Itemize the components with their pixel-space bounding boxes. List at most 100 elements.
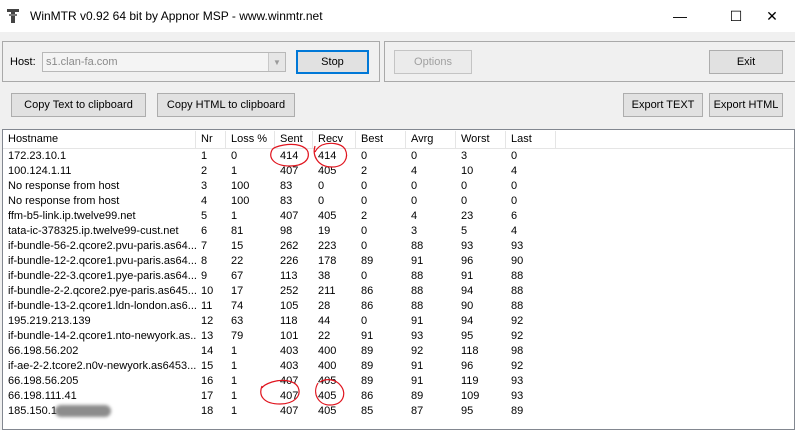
cell-worst: 95 xyxy=(461,330,474,342)
cell-last: 92 xyxy=(511,360,524,372)
cell-hostname: if-bundle-56-2.qcore2.pvu-paris.as64... xyxy=(8,240,196,252)
cell-best: 0 xyxy=(361,195,368,207)
cell-recv: 19 xyxy=(318,225,331,237)
cell-recv: 405 xyxy=(318,375,337,387)
cell-sent: 226 xyxy=(280,255,299,267)
table-row[interactable]: 195.219.213.139 12 63 118 44 0 91 94 92 xyxy=(3,314,794,329)
results-table[interactable]: Hostname Nr Loss % Sent Recv Best Avrg W… xyxy=(2,129,795,430)
column-header-sent[interactable]: Sent xyxy=(275,131,313,148)
cell-loss: 1 xyxy=(231,405,238,417)
export-html-button[interactable]: Export HTML xyxy=(709,93,783,117)
table-row[interactable]: if-bundle-22-3.qcore1.pye-paris.as64... 9… xyxy=(3,269,794,284)
column-header-recv[interactable]: Recv xyxy=(313,131,356,148)
cell-hostname: No response from host xyxy=(8,180,120,192)
table-row[interactable]: 66.198.111.41 17 1 407 405 86 89 109 93 xyxy=(3,389,794,404)
table-row[interactable]: ffm-b5-link.ip.twelve99.net 5 1 407 405 2 4 23 6 xyxy=(3,209,794,224)
cell-hostname: if-bundle-13-2.qcore1.ldn-london.as6... xyxy=(8,300,196,312)
cell-hostname: 172.23.10.1 xyxy=(8,150,67,162)
cell-recv: 414 xyxy=(318,150,337,162)
cell-last: 4 xyxy=(511,225,518,237)
cell-loss: 22 xyxy=(231,255,244,267)
cell-recv: 405 xyxy=(318,165,337,177)
cell-recv: 0 xyxy=(318,180,325,192)
copy-html-button[interactable]: Copy HTML to clipboard xyxy=(157,93,295,117)
cell-hostname: No response from host xyxy=(8,195,120,207)
cell-hostname: 100.124.1.11 xyxy=(8,165,72,177)
cell-hostname: 66.198.56.202 xyxy=(8,345,79,357)
cell-nr: 14 xyxy=(201,345,214,357)
host-combobox[interactable]: s1.clan-fa.com ▼ xyxy=(42,52,286,72)
cell-avrg: 93 xyxy=(411,330,424,342)
cell-last: 93 xyxy=(511,375,524,387)
cell-loss: 15 xyxy=(231,240,244,252)
column-header-loss[interactable]: Loss % xyxy=(226,131,275,148)
cell-loss: 17 xyxy=(231,285,244,297)
minimize-button[interactable]: — xyxy=(657,0,703,32)
table-row[interactable]: if-bundle-13-2.qcore1.ldn-london.as6... 1… xyxy=(3,299,794,314)
table-row[interactable]: if-bundle-2-2.qcore2.pye-paris.as645... 1… xyxy=(3,284,794,299)
title-bar: WinMTR v0.92 64 bit by Appnor MSP - www.… xyxy=(0,0,795,32)
cell-best: 86 xyxy=(361,300,374,312)
cell-best: 89 xyxy=(361,345,374,357)
cell-hostname: if-ae-2-2.tcore2.n0v-newyork.as6453... xyxy=(8,360,196,372)
cell-best: 2 xyxy=(361,165,368,177)
table-row[interactable]: No response from host 3 100 83 0 0 0 0 0 xyxy=(3,179,794,194)
cell-nr: 5 xyxy=(201,210,208,222)
cell-worst: 94 xyxy=(461,285,474,297)
column-header-best[interactable]: Best xyxy=(356,131,406,148)
table-row[interactable]: 185.150.1 18 1 407 405 85 87 95 89 xyxy=(3,404,794,419)
column-header-avrg[interactable]: Avrg xyxy=(406,131,456,148)
cell-avrg: 3 xyxy=(411,225,418,237)
cell-nr: 1 xyxy=(201,150,208,162)
exit-button[interactable]: Exit xyxy=(709,50,783,74)
winmtr-app-icon xyxy=(7,9,19,23)
cell-nr: 12 xyxy=(201,315,214,327)
table-row[interactable]: tata-ic-378325.ip.twelve99-cust.net 6 81 98… xyxy=(3,224,794,239)
cell-worst: 90 xyxy=(461,300,474,312)
cell-best: 85 xyxy=(361,405,374,417)
cell-worst: 5 xyxy=(461,225,468,237)
cell-sent: 105 xyxy=(280,300,299,312)
cell-sent: 414 xyxy=(280,150,299,162)
cell-nr: 16 xyxy=(201,375,214,387)
stop-button[interactable]: Stop xyxy=(296,50,369,74)
close-button[interactable]: ✕ xyxy=(749,0,795,32)
cell-avrg: 88 xyxy=(411,300,424,312)
table-header: Hostname Nr Loss % Sent Recv Best Avrg W… xyxy=(3,131,794,149)
column-header-hostname[interactable]: Hostname xyxy=(3,131,196,148)
cell-nr: 3 xyxy=(201,180,208,192)
table-row[interactable]: 66.198.56.205 16 1 407 405 89 91 119 93 xyxy=(3,374,794,389)
cell-best: 89 xyxy=(361,255,374,267)
table-row[interactable]: No response from host 4 100 83 0 0 0 0 0 xyxy=(3,194,794,209)
table-row[interactable]: 66.198.56.202 14 1 403 400 89 92 118 98 xyxy=(3,344,794,359)
table-row[interactable]: 100.124.1.11 2 1 407 405 2 4 10 4 xyxy=(3,164,794,179)
cell-last: 90 xyxy=(511,255,524,267)
cell-loss: 1 xyxy=(231,165,238,177)
cell-hostname: 66.198.111.41 xyxy=(8,390,77,402)
export-text-button[interactable]: Export TEXT xyxy=(623,93,703,117)
table-row[interactable]: if-ae-2-2.tcore2.n0v-newyork.as6453... 15… xyxy=(3,359,794,374)
cell-nr: 17 xyxy=(201,390,214,402)
table-row[interactable]: if-bundle-14-2.qcore1.nto-newyork.as... 1… xyxy=(3,329,794,344)
cell-sent: 403 xyxy=(280,360,299,372)
cell-nr: 11 xyxy=(201,300,213,312)
cell-worst: 96 xyxy=(461,255,474,267)
table-row[interactable]: 172.23.10.1 1 0 414 414 0 0 3 0 xyxy=(3,149,794,164)
cell-sent: 262 xyxy=(280,240,299,252)
column-header-worst[interactable]: Worst xyxy=(456,131,506,148)
cell-avrg: 91 xyxy=(411,315,424,327)
column-header-nr[interactable]: Nr xyxy=(196,131,226,148)
dropdown-arrow-icon[interactable]: ▼ xyxy=(268,53,285,71)
cell-worst: 0 xyxy=(461,195,468,207)
cell-avrg: 88 xyxy=(411,270,424,282)
cell-last: 4 xyxy=(511,165,518,177)
column-header-last[interactable]: Last xyxy=(506,131,556,148)
copy-text-button[interactable]: Copy Text to clipboard xyxy=(11,93,146,117)
table-row[interactable]: if-bundle-56-2.qcore2.pvu-paris.as64... 7… xyxy=(3,239,794,254)
cell-avrg: 91 xyxy=(411,255,424,267)
options-button[interactable]: Options xyxy=(394,50,472,74)
cell-best: 2 xyxy=(361,210,368,222)
cell-worst: 109 xyxy=(461,390,480,402)
cell-hostname: 195.219.213.139 xyxy=(8,315,91,327)
table-row[interactable]: if-bundle-12-2.qcore1.pvu-paris.as64... 8… xyxy=(3,254,794,269)
